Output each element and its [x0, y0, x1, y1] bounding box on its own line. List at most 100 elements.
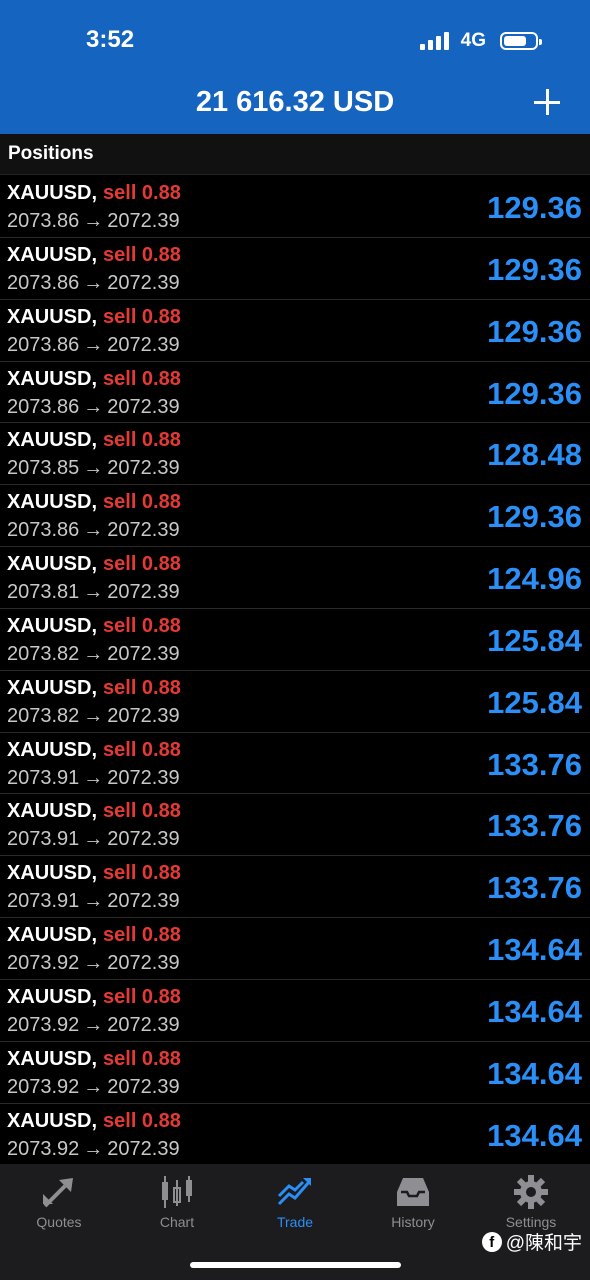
position-profit: 125.84 — [487, 684, 582, 720]
position-prices: 2073.82 → 2072.39 — [7, 705, 180, 728]
position-symbol: XAUUSD, — [7, 800, 98, 823]
position-prices: 2073.82 → 2072.39 — [7, 643, 180, 666]
arrow-icon: → — [83, 333, 104, 356]
position-row[interactable]: XAUUSD, sell 0.88 2073.91 → 2072.39 133.76 — [0, 794, 590, 857]
position-side: sell 0.88 — [103, 367, 181, 390]
current-price: 2072.39 — [107, 333, 180, 356]
arrow-icon: → — [83, 828, 104, 851]
position-prices: 2073.92 → 2072.39 — [7, 1076, 180, 1099]
position-symbol: XAUUSD, — [7, 1047, 98, 1070]
open-price: 2073.82 — [7, 704, 80, 727]
current-price: 2072.39 — [107, 1075, 180, 1098]
arrow-icon: → — [83, 704, 104, 727]
open-price: 2073.91 — [7, 766, 80, 789]
section-title: Positions — [8, 143, 94, 164]
network-type: 4G — [460, 30, 486, 51]
open-price: 2073.92 — [7, 1013, 80, 1036]
position-symbol: XAUUSD, — [7, 491, 98, 514]
position-side: sell 0.88 — [103, 305, 181, 328]
position-profit: 134.64 — [487, 1055, 582, 1091]
position-row[interactable]: XAUUSD, sell 0.88 2073.86 → 2072.39 129.36 — [0, 238, 590, 300]
position-row[interactable]: XAUUSD, sell 0.88 2073.92 → 2072.39 134.64 — [0, 1042, 590, 1104]
position-title: XAUUSD, sell 0.88 — [7, 244, 181, 267]
open-price: 2073.86 — [7, 519, 80, 542]
current-price: 2072.39 — [107, 828, 180, 851]
open-price: 2073.92 — [7, 1137, 80, 1160]
position-profit: 128.48 — [487, 437, 582, 473]
position-row[interactable]: XAUUSD, sell 0.88 2073.86 → 2072.39 129.36 — [0, 176, 590, 238]
open-price: 2073.86 — [7, 333, 80, 356]
tab-quotes[interactable]: Quotes — [0, 1174, 118, 1230]
positions-section-header: Positions — [0, 134, 590, 175]
position-row[interactable]: XAUUSD, sell 0.88 2073.92 → 2072.39 134.64 — [0, 918, 590, 980]
position-row[interactable]: XAUUSD, sell 0.88 2073.86 → 2072.39 129.36 — [0, 362, 590, 424]
position-title: XAUUSD, sell 0.88 — [7, 368, 181, 391]
arrow-icon: → — [83, 1075, 104, 1098]
position-title: XAUUSD, sell 0.88 — [7, 491, 181, 514]
status-time: 3:52 — [86, 26, 135, 53]
position-row[interactable]: XAUUSD, sell 0.88 2073.91 → 2072.39 133.76 — [0, 856, 590, 919]
position-row[interactable]: XAUUSD, sell 0.88 2073.82 → 2072.39 125.84 — [0, 671, 590, 733]
tab-trade[interactable]: Trade — [236, 1174, 354, 1230]
position-prices: 2073.86 → 2072.39 — [7, 334, 180, 357]
tab-chart[interactable]: Chart — [118, 1174, 236, 1230]
position-profit: 129.36 — [487, 251, 582, 287]
current-price: 2072.39 — [107, 519, 180, 542]
position-title: XAUUSD, sell 0.88 — [7, 615, 181, 638]
tab-history[interactable]: History — [354, 1174, 472, 1230]
arrow-icon: → — [83, 271, 104, 294]
position-row[interactable]: XAUUSD, sell 0.88 2073.86 → 2072.39 129.36 — [0, 300, 590, 362]
position-title: XAUUSD, sell 0.88 — [7, 553, 181, 576]
position-symbol: XAUUSD, — [7, 924, 98, 947]
position-side: sell 0.88 — [103, 614, 181, 637]
facebook-icon: f — [481, 1231, 502, 1252]
position-row[interactable]: XAUUSD, sell 0.88 2073.82 → 2072.39 125.84 — [0, 609, 590, 671]
position-symbol: XAUUSD, — [7, 182, 98, 204]
position-row[interactable]: XAUUSD, sell 0.88 2073.92 → 2072.39 134.64 — [0, 980, 590, 1042]
open-price: 2073.92 — [7, 952, 80, 975]
position-prices: 2073.92 → 2072.39 — [7, 952, 180, 975]
current-price: 2072.39 — [107, 642, 180, 665]
current-price: 2072.39 — [107, 1013, 180, 1036]
position-profit: 134.64 — [487, 932, 582, 968]
signal-icon — [419, 32, 449, 50]
open-price: 2073.92 — [7, 1075, 80, 1098]
open-price: 2073.91 — [7, 828, 80, 851]
position-side: sell 0.88 — [103, 182, 181, 204]
position-side: sell 0.88 — [103, 985, 181, 1008]
position-row[interactable]: XAUUSD, sell 0.88 2073.86 → 2072.39 129.36 — [0, 485, 590, 548]
position-row[interactable]: XAUUSD, sell 0.88 2073.91 → 2072.39 133.76 — [0, 733, 590, 795]
position-row[interactable]: XAUUSD, sell 0.88 2073.85 → 2072.39 128.48 — [0, 423, 590, 486]
position-row[interactable]: XAUUSD, sell 0.88 2073.81 → 2072.39 124.96 — [0, 547, 590, 609]
position-prices: 2073.91 → 2072.39 — [7, 890, 180, 913]
position-symbol: XAUUSD, — [7, 305, 98, 328]
position-row[interactable]: XAUUSD, sell 0.88 2073.92 → 2072.39 134.64 — [0, 1104, 590, 1166]
position-side: sell 0.88 — [103, 800, 181, 823]
position-profit: 125.84 — [487, 622, 582, 658]
position-title: XAUUSD, sell 0.88 — [7, 986, 181, 1009]
arrow-icon: → — [83, 395, 104, 418]
arrow-icon: → — [83, 642, 104, 665]
status-icons: 4G — [419, 30, 542, 52]
position-symbol: XAUUSD, — [7, 985, 98, 1008]
position-profit: 133.76 — [487, 746, 582, 782]
arrow-icon: → — [83, 952, 104, 975]
position-side: sell 0.88 — [103, 862, 181, 885]
quotes-icon — [43, 1178, 73, 1208]
position-side: sell 0.88 — [103, 1047, 181, 1070]
position-symbol: XAUUSD, — [7, 676, 98, 699]
position-title: XAUUSD, sell 0.88 — [7, 1110, 181, 1133]
watermark: f @陳和宇 — [481, 1228, 582, 1255]
top-bar: 3:52 4G 21 616.32 USD — [0, 0, 590, 134]
arrow-icon: → — [83, 1013, 104, 1036]
position-side: sell 0.88 — [103, 553, 181, 576]
tab-settings[interactable]: Settings — [472, 1174, 590, 1230]
add-order-button[interactable] — [534, 89, 560, 115]
position-title: XAUUSD, sell 0.88 — [7, 1048, 181, 1071]
position-symbol: XAUUSD, — [7, 1109, 98, 1132]
position-symbol: XAUUSD, — [7, 429, 98, 452]
current-price: 2072.39 — [107, 395, 180, 418]
position-side: sell 0.88 — [103, 243, 181, 266]
position-prices: 2073.86 → 2072.39 — [7, 396, 180, 419]
current-price: 2072.39 — [107, 1137, 180, 1160]
